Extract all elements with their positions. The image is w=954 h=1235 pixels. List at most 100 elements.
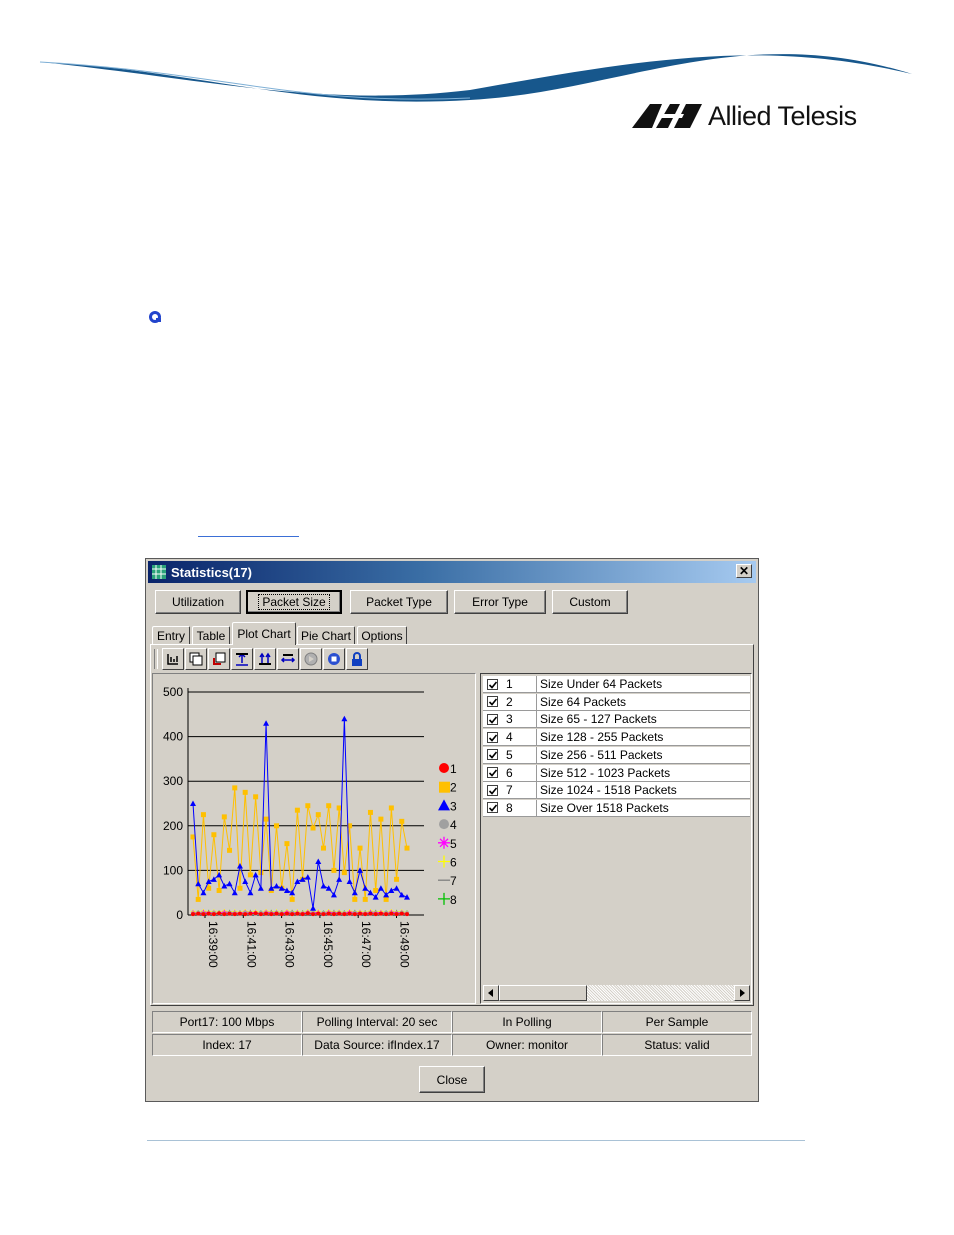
legend-marker-1 [439,763,449,773]
x-tick-label: 16:39:00 [206,921,220,968]
stop-icon[interactable] [323,648,345,670]
data-point [378,816,384,822]
series-checkbox[interactable] [487,696,498,708]
legend-marker-3 [438,799,450,811]
series-number: 7 [506,783,513,798]
data-point [200,889,207,896]
footer-divider [147,1140,805,1141]
series-checkbox[interactable] [487,802,498,814]
status-grid: Port17: 100 Mbps Polling Interval: 20 se… [152,1011,754,1057]
close-icon: ✕ [738,564,750,578]
toolbar-separator [154,649,158,669]
packet-type-button[interactable]: Packet Type [350,590,448,614]
data-point [310,825,316,831]
series-checkbox[interactable] [487,749,498,761]
data-point [347,911,352,916]
scrollbar-thumb[interactable] [499,985,587,1001]
series-checkbox[interactable] [487,678,498,690]
error-type-button[interactable]: Error Type [454,590,546,614]
check-icon [488,804,498,813]
utilization-button[interactable]: Utilization [155,590,241,614]
data-point [351,889,358,896]
tab-options[interactable]: Options [357,626,407,644]
data-point [294,807,300,813]
series-list-item[interactable]: 7 Size 1024 - 1518 Packets [483,782,750,800]
data-point [305,911,310,916]
scroll-left-button[interactable] [483,985,499,1001]
packet-size-button[interactable]: Packet Size [246,590,342,614]
layered-graph-icon[interactable] [185,648,207,670]
data-point [368,911,373,916]
series-list-item[interactable]: 4 Size 128 - 255 Packets [483,729,750,747]
series-checkbox[interactable] [487,784,498,796]
data-point [242,789,248,795]
data-point [279,912,284,917]
series-name: Size 128 - 255 Packets [536,729,663,746]
data-point [274,911,279,916]
legend-label: 4 [450,818,457,832]
data-point [284,911,289,916]
reset-graph-icon[interactable] [208,648,230,670]
data-point [393,885,400,891]
check-icon [488,751,498,759]
data-point [305,803,311,809]
title-bar[interactable]: Statistics(17) ✕ [148,561,756,583]
series-number: 4 [506,730,513,745]
tab-pie-chart[interactable]: Pie Chart [297,626,355,644]
data-point [191,912,195,917]
data-point [362,885,369,891]
data-point [373,887,379,893]
stretch-vertical-icon[interactable] [254,648,276,670]
x-tick-label: 16:47:00 [359,921,373,968]
window-close-button[interactable]: ✕ [736,564,752,578]
lock-icon[interactable] [346,648,368,670]
series-list-item[interactable]: 8 Size Over 1518 Packets [483,799,750,817]
tab-entry[interactable]: Entry [152,626,190,644]
hyperlink-underline[interactable] [198,536,299,537]
series-list-item[interactable]: 2 Size 64 Packets [483,693,750,711]
stack-graph-icon[interactable] [162,648,184,670]
data-point [232,785,238,791]
scroll-right-button[interactable] [734,985,750,1001]
brand-name: Allied Telesis [708,100,857,131]
status-mode: Per Sample [602,1011,752,1033]
series-checkbox[interactable] [487,731,498,743]
status-valid: Status: valid [602,1034,752,1056]
legend-label: 1 [450,762,457,776]
series-list-item[interactable]: 1 Size Under 64 Packets [483,676,750,693]
x-tick-label: 16:43:00 [283,921,297,968]
window-title: Statistics(17) [171,564,252,580]
horizontal-scrollbar[interactable] [483,985,750,1001]
legend-label: 3 [450,799,457,813]
play-icon[interactable] [300,648,322,670]
arrow-right-icon [740,989,745,997]
data-point [310,905,317,911]
series-list-item[interactable]: 3 Size 65 - 127 Packets [483,711,750,729]
data-point [315,812,321,818]
data-point [399,911,404,916]
series-checkbox[interactable] [487,767,498,778]
tab-plot-chart[interactable]: Plot Chart [232,622,296,645]
series-list-item[interactable]: 5 Size 256 - 511 Packets [483,746,750,764]
series-name: Size Over 1518 Packets [536,799,669,816]
series-list-item[interactable]: 6 Size 512 - 1023 Packets [483,764,750,782]
data-point [195,896,201,902]
series-checkbox[interactable] [487,713,498,725]
stretch-horizontal-icon[interactable] [277,648,299,670]
data-point [248,911,253,916]
arrow-left-icon [488,989,493,997]
utilization-button-label: Utilization [171,595,225,609]
data-point [363,912,368,917]
data-point [388,805,394,811]
custom-button[interactable]: Custom [552,590,628,614]
check-icon [488,698,498,706]
allied-telesis-logo-icon [632,104,702,128]
tab-table[interactable]: Table [192,626,230,644]
zoom-vertical-icon[interactable] [231,648,253,670]
data-point [336,876,343,882]
plot-chart-svg: 0 100 200 300 400 500 16:39:00 16:41:00 16:43:00… [163,685,457,968]
legend-marker-4 [439,819,449,830]
close-button[interactable]: Close [419,1066,485,1093]
series-name: Size 65 - 127 Packets [536,711,657,728]
y-tick-label: 0 [176,908,183,922]
